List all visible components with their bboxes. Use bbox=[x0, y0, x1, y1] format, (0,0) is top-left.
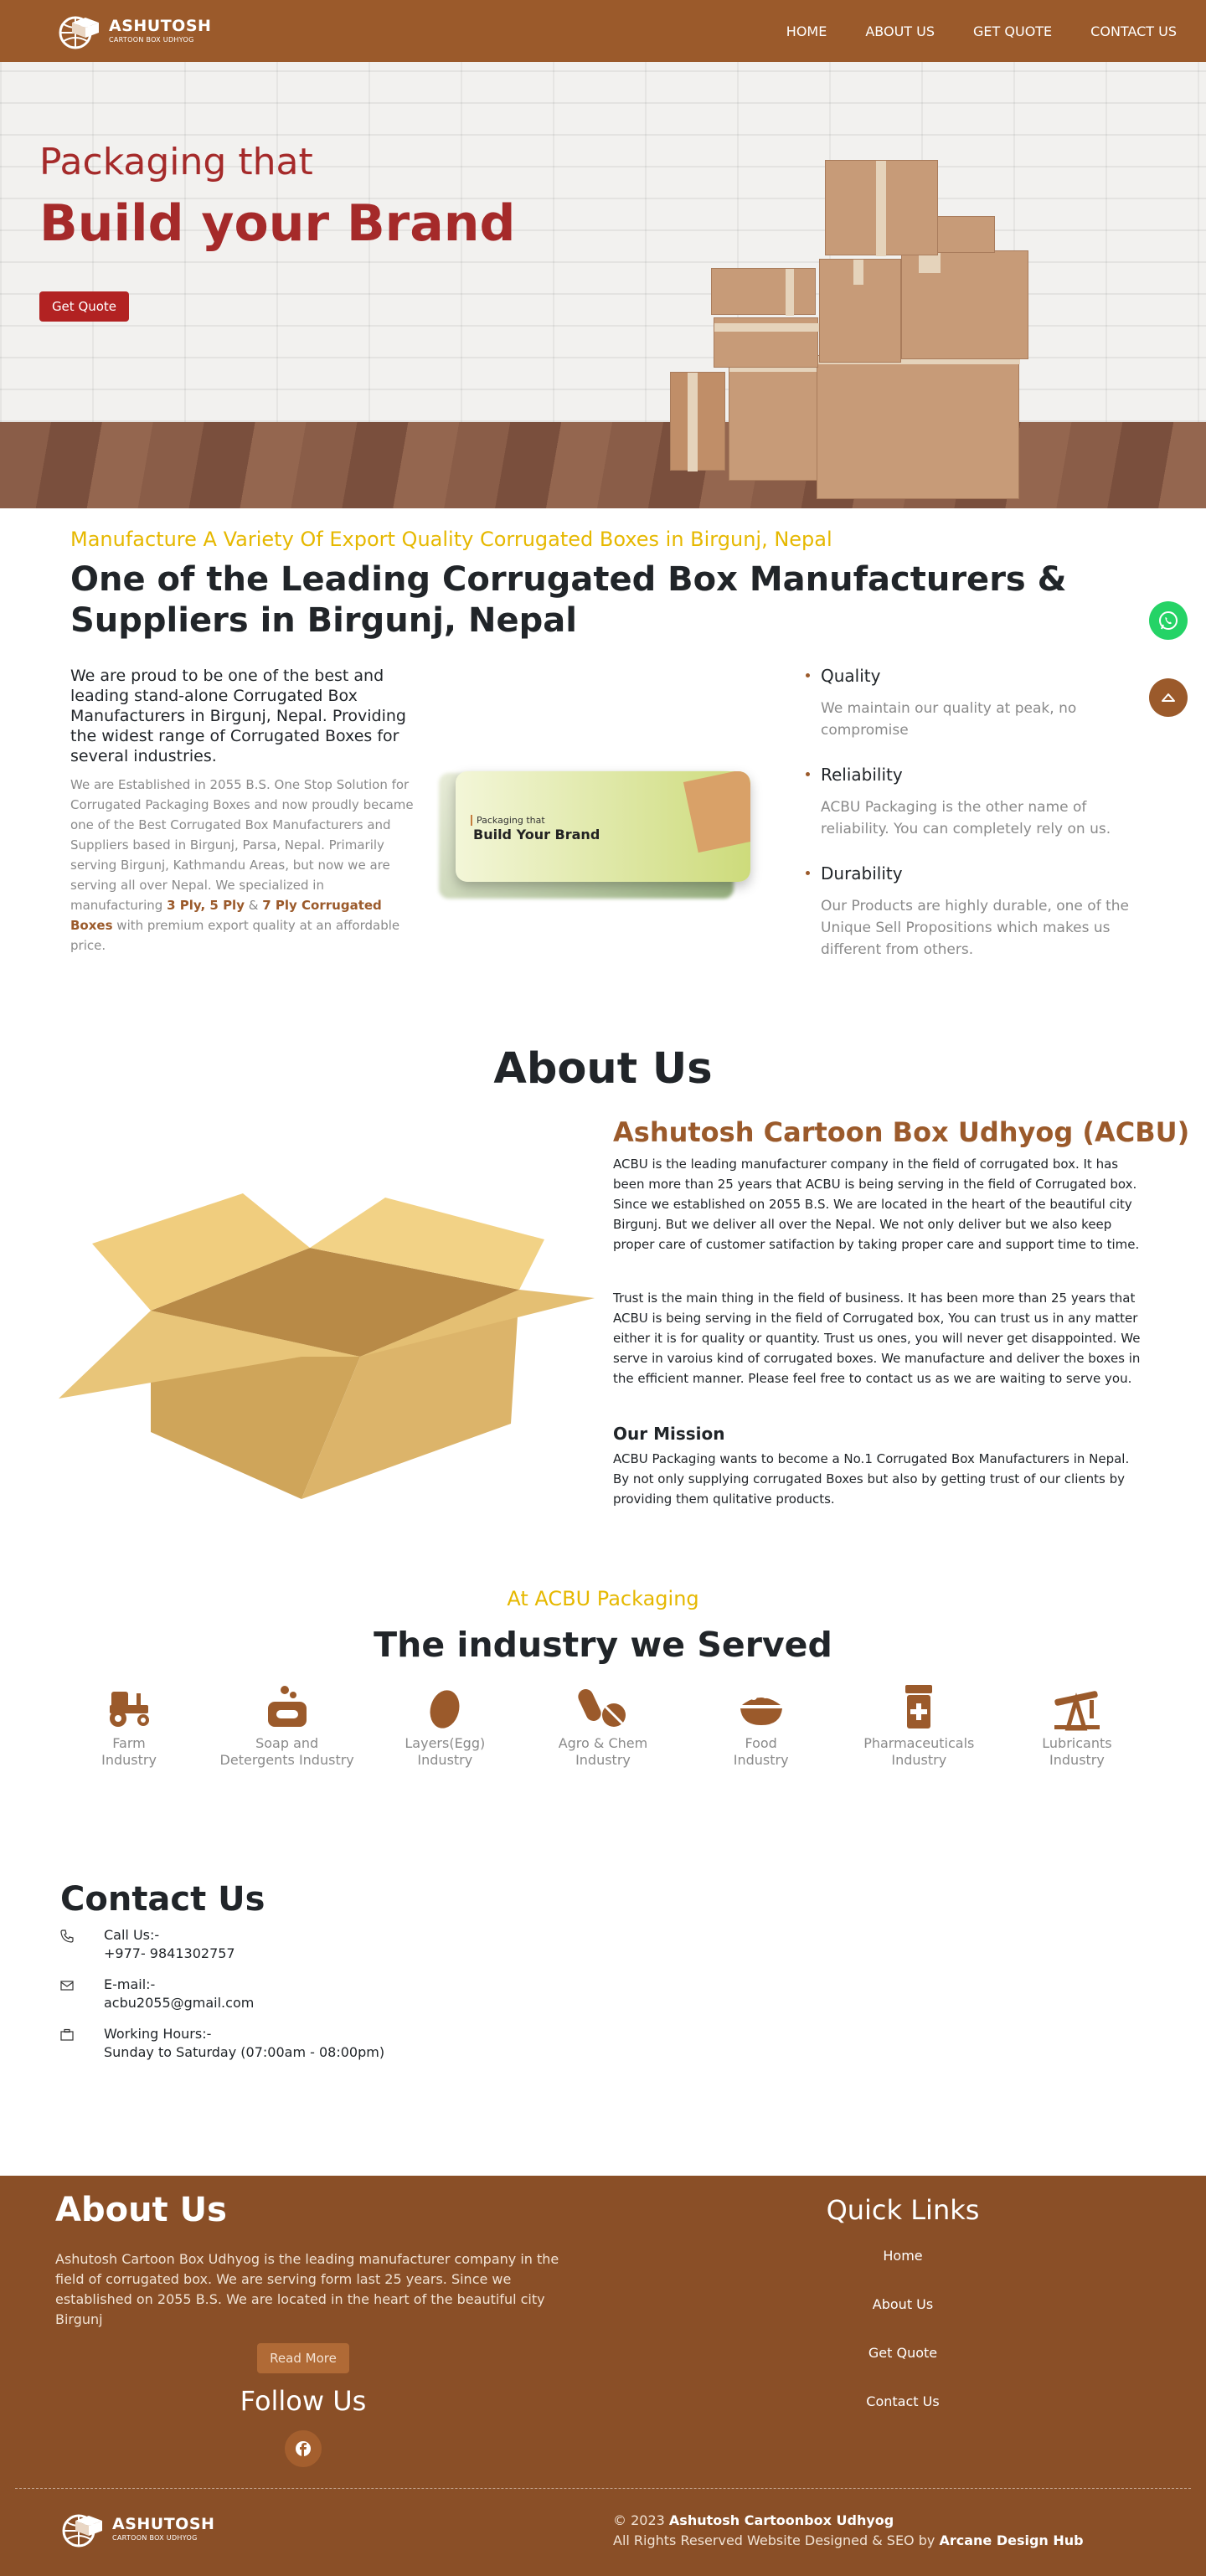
about-heading: About Us bbox=[493, 1044, 713, 1094]
footer-link-quote[interactable]: Get Quote bbox=[787, 2345, 1018, 2361]
contact-phone: Call Us:- +977- 9841302757 bbox=[60, 1926, 235, 1963]
envelope-icon bbox=[60, 1981, 74, 1991]
copyright-text: © 2023 Ashutosh Cartoonbox Udhyog All Ri… bbox=[613, 2512, 1084, 2548]
packaging-banner-image: Packaging that Build Your Brand bbox=[456, 771, 750, 882]
about-paragraph-1: ACBU is the leading manufacturer company… bbox=[613, 1157, 1140, 1252]
feature-reliability: Reliability ACBU Packaging is the other … bbox=[804, 765, 1139, 840]
industry-pharmaceuticals: Pharmaceuticals Industry bbox=[840, 1683, 997, 1769]
banner-big-text: Build Your Brand bbox=[473, 827, 600, 842]
industry-soap: Soap and Detergents Industry bbox=[209, 1683, 366, 1769]
wooden-floor bbox=[0, 422, 1206, 508]
tractor-icon bbox=[110, 1692, 149, 1727]
bowl-icon bbox=[740, 1692, 782, 1725]
mission-heading: Our Mission bbox=[613, 1424, 725, 1444]
hero-banner: Packaging that Build your Brand Get Quot… bbox=[0, 62, 1206, 508]
footer-link-about[interactable]: About Us bbox=[787, 2296, 1018, 2312]
contact-hours: Working Hours:- Sunday to Saturday (07:00… bbox=[60, 2025, 384, 2062]
brand-name: ASHUTOSH bbox=[109, 17, 212, 35]
prescription-bottle-icon bbox=[905, 1685, 933, 1728]
quick-links-heading: Quick Links bbox=[826, 2194, 980, 2226]
follow-us-heading: Follow Us bbox=[240, 2385, 367, 2417]
chevron-up-icon bbox=[1162, 693, 1175, 702]
contact-email: E-mail:- acbu2055@gmail.com bbox=[60, 1976, 254, 2012]
footer-divider bbox=[15, 2488, 1191, 2489]
industry-food: Food Industry bbox=[683, 1683, 840, 1769]
footer-link-home[interactable]: Home bbox=[787, 2248, 1018, 2264]
industry-agro-chem: Agro & Chem Industry bbox=[524, 1683, 682, 1769]
banner-small-text: Packaging that bbox=[471, 815, 545, 826]
footer-about-heading: About Us bbox=[55, 2191, 227, 2229]
oil-pump-icon bbox=[1054, 1691, 1100, 1731]
nav-about-link[interactable]: ABOUT US bbox=[865, 23, 935, 39]
industry-lubricants: Lubricants Industry bbox=[998, 1683, 1156, 1769]
industry-farm: Farm Industry bbox=[50, 1683, 208, 1769]
about-subheading: Ashutosh Cartoon Box Udhyog (ACBU) bbox=[613, 1116, 1190, 1148]
industry-tagline: At ACBU Packaging bbox=[507, 1587, 699, 1610]
nav-home-link[interactable]: HOME bbox=[786, 23, 827, 39]
ply-highlight-1: 3 Ply, 5 Ply bbox=[167, 898, 245, 913]
industry-egg: Layers(Egg) Industry bbox=[366, 1683, 523, 1769]
top-navbar: ASHUTOSH CARTOON BOX UDHYOG HOME ABOUT U… bbox=[0, 0, 1206, 62]
banner-box-graphic bbox=[683, 771, 750, 853]
nav-contact-link[interactable]: CONTACT US bbox=[1090, 23, 1177, 39]
briefcase-icon bbox=[60, 2028, 74, 2041]
footer-link-contact[interactable]: Contact Us bbox=[787, 2393, 1018, 2409]
nav-links: HOME ABOUT US GET QUOTE CONTACT US bbox=[786, 23, 1177, 39]
industry-heading: The industry we Served bbox=[374, 1625, 832, 1665]
egg-icon bbox=[430, 1690, 460, 1728]
whatsapp-icon bbox=[1159, 611, 1178, 630]
mission-text: ACBU Packaging wants to become a No.1 Co… bbox=[613, 1451, 1130, 1507]
globe-box-logo-icon bbox=[62, 2514, 102, 2548]
industry-list: Farm Industry Soap and Detergents Industry… bbox=[50, 1683, 1156, 1769]
phone-icon bbox=[60, 1929, 74, 1943]
get-quote-button[interactable]: Get Quote bbox=[39, 291, 129, 322]
facebook-button[interactable] bbox=[285, 2430, 322, 2467]
nav-quote-link[interactable]: GET QUOTE bbox=[973, 23, 1052, 39]
footer-about-text: Ashutosh Cartoon Box Udhyog is the leadi… bbox=[55, 2251, 559, 2327]
globe-box-logo-icon bbox=[59, 16, 99, 49]
facebook-icon bbox=[296, 2441, 311, 2456]
back-to-top-button[interactable] bbox=[1149, 678, 1188, 717]
site-footer: About Us Ashutosh Cartoon Box Udhyog is … bbox=[0, 2176, 1206, 2576]
pills-icon bbox=[578, 1689, 626, 1727]
phone-number[interactable]: +977- 9841302757 bbox=[104, 1945, 235, 1963]
intro-lead: We are proud to be one of the best and l… bbox=[70, 667, 406, 765]
brand-logo[interactable]: ASHUTOSH CARTOON BOX UDHYOG bbox=[52, 11, 211, 51]
brand-tagline: CARTOON BOX UDHYOG bbox=[109, 36, 194, 44]
features-list: Quality We maintain our quality at peak,… bbox=[804, 666, 1139, 984]
footer-brand-logo[interactable]: ASHUTOSH CARTOON BOX UDHYOG bbox=[55, 2509, 214, 2549]
contact-heading: Contact Us bbox=[60, 1880, 265, 1919]
about-paragraph-2: Trust is the main thing in the field of … bbox=[613, 1291, 1141, 1386]
read-more-button[interactable]: Read More bbox=[257, 2343, 349, 2373]
intro-body: We are Established in 2055 B.S. One Stop… bbox=[70, 777, 414, 953]
hero-subtitle: Packaging that bbox=[39, 141, 313, 183]
designer-link[interactable]: Arcane Design Hub bbox=[939, 2532, 1083, 2548]
email-address[interactable]: acbu2055@gmail.com bbox=[104, 1994, 254, 2012]
open-cardboard-box-image bbox=[59, 1193, 595, 1499]
intro-title: One of the Leading Corrugated Box Manufa… bbox=[70, 560, 1067, 640]
hero-title: Build your Brand bbox=[39, 194, 516, 253]
feature-durability: Durability Our Products are highly durab… bbox=[804, 863, 1139, 961]
feature-quality: Quality We maintain our quality at peak,… bbox=[804, 666, 1139, 741]
intro-tagline: Manufacture A Variety Of Export Quality … bbox=[70, 528, 832, 551]
soap-icon bbox=[267, 1686, 307, 1727]
whatsapp-button[interactable] bbox=[1149, 601, 1188, 640]
